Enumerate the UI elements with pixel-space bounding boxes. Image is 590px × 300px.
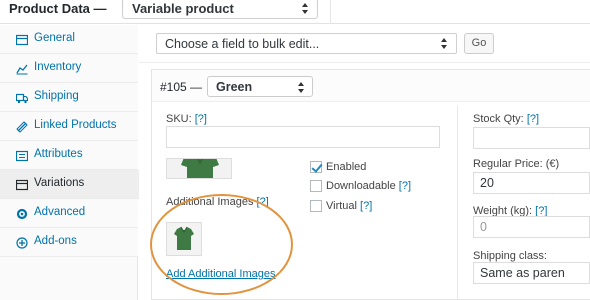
shipping-class-label: Shipping class: bbox=[473, 250, 547, 262]
go-button[interactable]: Go bbox=[464, 33, 494, 54]
help-link[interactable]: [?] bbox=[527, 113, 539, 125]
shipping-class-select[interactable]: Same as paren bbox=[473, 262, 590, 284]
bulk-edit-value: Choose a field to bulk edit... bbox=[165, 37, 320, 51]
tab-variations[interactable]: Variations bbox=[0, 170, 139, 199]
tab-label: Inventory bbox=[34, 61, 82, 73]
tab-label: Advanced bbox=[34, 206, 86, 218]
select-arrows-icon bbox=[298, 82, 305, 93]
shipping-class-value: Same as paren bbox=[480, 266, 565, 280]
regular-price-input[interactable]: 20 bbox=[473, 172, 590, 194]
link-icon bbox=[16, 121, 28, 133]
help-link[interactable]: [?] bbox=[195, 113, 207, 125]
tab-label: General bbox=[34, 32, 75, 44]
list-icon bbox=[16, 150, 28, 162]
tab-label: Shipping bbox=[34, 90, 79, 102]
tab-shipping[interactable]: Shipping bbox=[0, 83, 138, 112]
regular-price-value: 20 bbox=[480, 176, 494, 190]
add-additional-images-link[interactable]: Add Additional Images bbox=[166, 268, 275, 280]
additional-images-label: Additional Images [?] bbox=[166, 196, 269, 208]
variation-attribute-value: Green bbox=[216, 80, 253, 94]
help-link[interactable]: [?] bbox=[360, 200, 372, 212]
tab-add-ons[interactable]: Add-ons bbox=[0, 228, 138, 257]
select-arrows-icon bbox=[441, 38, 448, 49]
product-data-title: Product Data — bbox=[9, 1, 107, 16]
stock-qty-label: Stock Qty: [?] bbox=[473, 113, 540, 125]
tab-label: Attributes bbox=[34, 148, 83, 160]
sku-input[interactable] bbox=[166, 126, 440, 148]
header-divider bbox=[330, 0, 331, 24]
help-link[interactable]: [?] bbox=[399, 180, 411, 192]
tab-label: Variations bbox=[34, 177, 85, 189]
virtual-label: Virtual [?] bbox=[326, 200, 373, 212]
variation-id: #105 — bbox=[160, 80, 203, 94]
sku-label: SKU: [?] bbox=[166, 113, 207, 125]
green-shirt-icon bbox=[181, 159, 219, 178]
wrench-icon bbox=[16, 34, 28, 46]
downloadable-checkbox[interactable] bbox=[310, 180, 322, 192]
enabled-checkbox[interactable] bbox=[310, 161, 322, 173]
tab-general[interactable]: General bbox=[0, 25, 138, 54]
downloadable-label: Downloadable [?] bbox=[326, 180, 412, 192]
additional-image-thumbnail[interactable] bbox=[166, 222, 202, 256]
product-data-tabs: General Inventory Shipping Linked Produc… bbox=[0, 25, 139, 300]
enabled-label: Enabled bbox=[326, 161, 367, 173]
bulk-edit-toolbar: Choose a field to bulk edit... Go bbox=[139, 25, 590, 63]
bulk-edit-select[interactable]: Choose a field to bulk edit... bbox=[156, 33, 457, 54]
regular-price-label: Regular Price: (€) bbox=[473, 158, 560, 170]
column-divider bbox=[457, 106, 458, 300]
tab-linked-products[interactable]: Linked Products bbox=[0, 112, 138, 141]
tab-advanced[interactable]: Advanced bbox=[0, 199, 138, 228]
tab-inventory[interactable]: Inventory bbox=[0, 54, 138, 83]
product-data-panel: Product Data — Variable product General … bbox=[0, 0, 590, 300]
variation-attribute-select[interactable]: Green bbox=[207, 76, 313, 97]
weight-input[interactable]: 0 bbox=[473, 216, 590, 238]
green-shirt-icon bbox=[174, 226, 194, 250]
truck-icon bbox=[16, 93, 28, 104]
variation-header[interactable]: #105 — Green bbox=[152, 70, 590, 102]
chart-icon bbox=[16, 64, 28, 75]
tab-label: Linked Products bbox=[34, 119, 117, 131]
select-arrows-icon bbox=[302, 3, 309, 14]
plus-circle-icon bbox=[16, 237, 28, 249]
gear-icon bbox=[16, 208, 28, 220]
product-data-header: Product Data — Variable product bbox=[0, 0, 590, 24]
tab-label: Add-ons bbox=[34, 235, 77, 247]
product-type-select[interactable]: Variable product bbox=[122, 0, 318, 19]
help-link[interactable]: [?] bbox=[257, 196, 269, 208]
variation-image[interactable] bbox=[166, 158, 232, 179]
weight-placeholder: 0 bbox=[480, 220, 487, 234]
product-type-value: Variable product bbox=[132, 1, 234, 16]
grid-icon bbox=[16, 179, 28, 191]
tab-attributes[interactable]: Attributes bbox=[0, 141, 138, 170]
virtual-checkbox[interactable] bbox=[310, 200, 322, 212]
stock-qty-input[interactable] bbox=[473, 127, 590, 149]
